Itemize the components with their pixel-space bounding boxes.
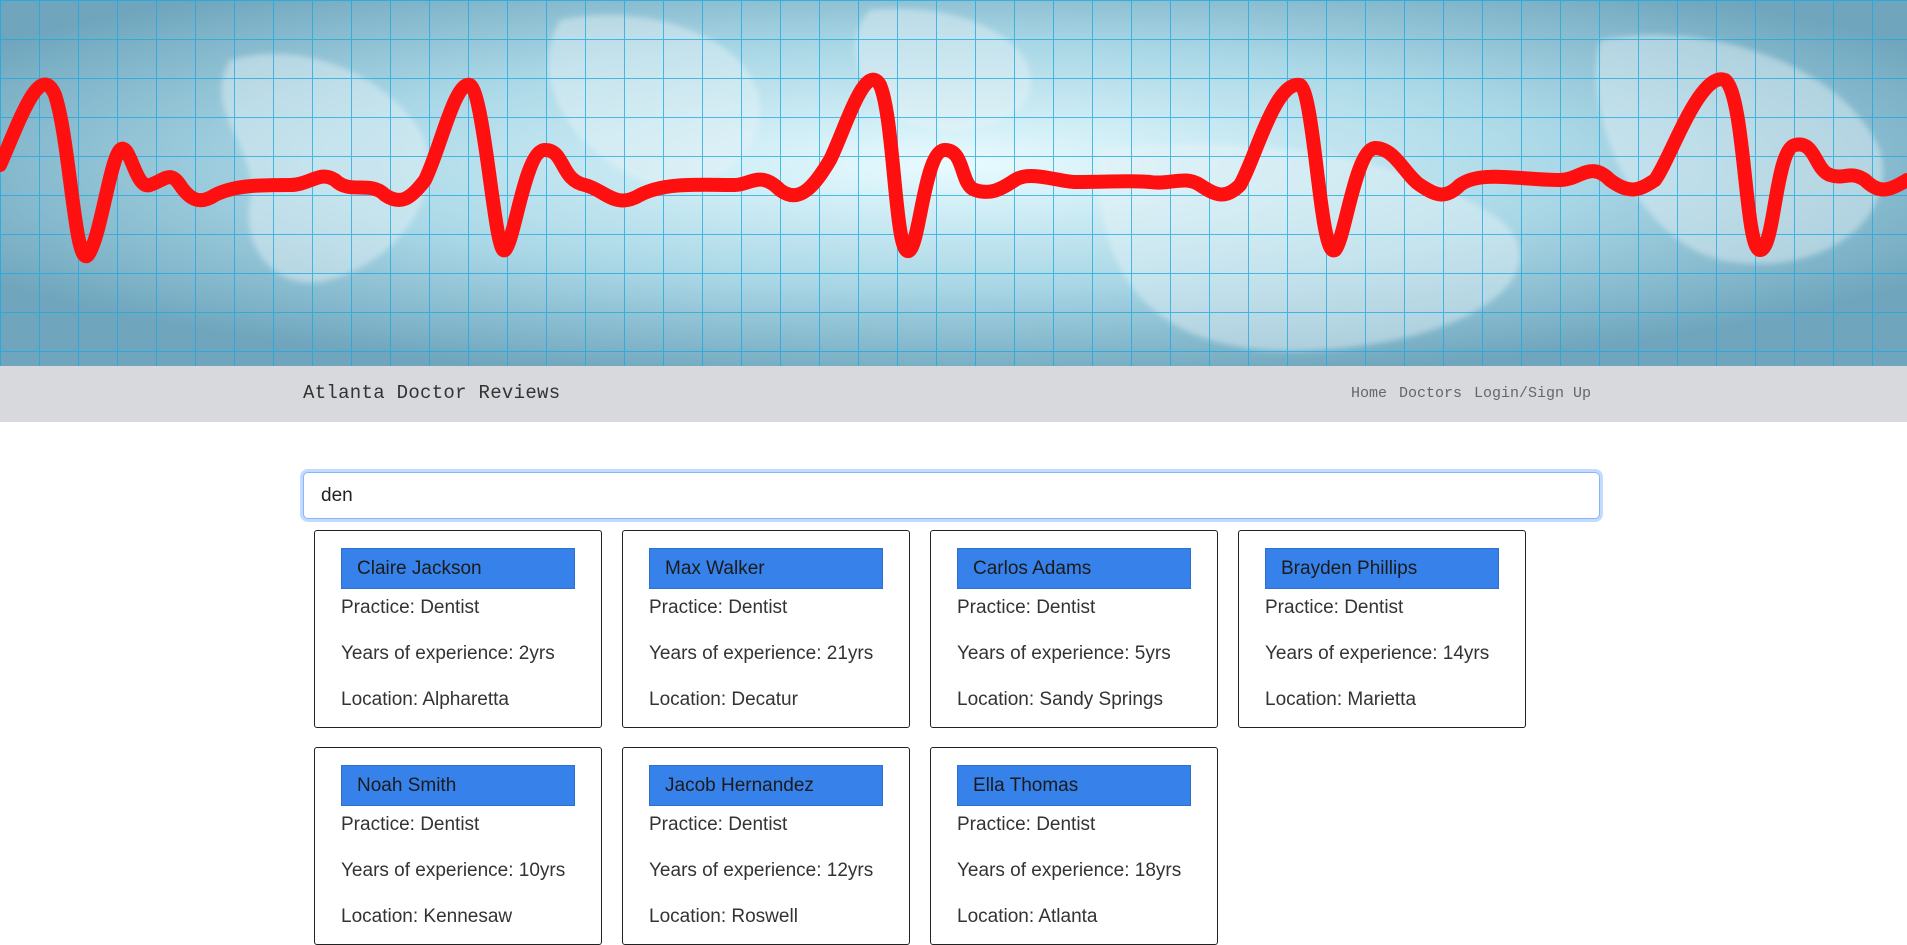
doctor-experience: Years of experience: 21yrs	[649, 643, 874, 664]
doctor-results-grid: Claire Jackson Practice: Dentist Years o…	[314, 530, 1554, 945]
doctor-location: Location: Roswell	[649, 906, 798, 927]
doctor-practice: Practice: Dentist	[957, 597, 1096, 618]
doctor-name-button[interactable]: Brayden Phillips	[1265, 548, 1499, 589]
doctor-card: Carlos Adams Practice: Dentist Years of …	[930, 530, 1218, 728]
nav-doctors-link[interactable]: Doctors	[1399, 385, 1462, 402]
doctor-card: Noah Smith Practice: Dentist Years of ex…	[314, 747, 602, 945]
doctor-practice: Practice: Dentist	[649, 597, 788, 618]
doctor-experience: Years of experience: 5yrs	[957, 643, 1171, 664]
doctor-location: Location: Sandy Springs	[957, 689, 1163, 710]
doctor-experience: Years of experience: 2yrs	[341, 643, 555, 664]
doctor-practice: Practice: Dentist	[341, 814, 480, 835]
nav-links: Home Doctors Login/Sign Up	[1351, 385, 1591, 402]
header-banner-image	[0, 0, 1907, 366]
doctor-card: Brayden Phillips Practice: Dentist Years…	[1238, 530, 1526, 728]
doctor-practice: Practice: Dentist	[649, 814, 788, 835]
doctor-name-button[interactable]: Ella Thomas	[957, 765, 1191, 806]
doctor-card: Ella Thomas Practice: Dentist Years of e…	[930, 747, 1218, 945]
doctor-search-input[interactable]	[303, 472, 1600, 519]
doctor-name-button[interactable]: Max Walker	[649, 548, 883, 589]
doctor-name-button[interactable]: Noah Smith	[341, 765, 575, 806]
heartbeat-illustration	[0, 0, 1907, 366]
brand-link[interactable]: Atlanta Doctor Reviews	[303, 382, 560, 404]
doctor-name-button[interactable]: Claire Jackson	[341, 548, 575, 589]
doctor-experience: Years of experience: 10yrs	[341, 860, 566, 881]
doctor-experience: Years of experience: 18yrs	[957, 860, 1182, 881]
doctor-practice: Practice: Dentist	[957, 814, 1096, 835]
doctor-name-button[interactable]: Jacob Hernandez	[649, 765, 883, 806]
doctor-card: Max Walker Practice: Dentist Years of ex…	[622, 530, 910, 728]
doctor-card: Jacob Hernandez Practice: Dentist Years …	[622, 747, 910, 945]
nav-login-signup-link[interactable]: Login/Sign Up	[1474, 385, 1591, 402]
nav-home-link[interactable]: Home	[1351, 385, 1387, 402]
doctor-location: Location: Atlanta	[957, 906, 1098, 927]
doctor-location: Location: Marietta	[1265, 689, 1417, 710]
doctor-card: Claire Jackson Practice: Dentist Years o…	[314, 530, 602, 728]
doctor-name-button[interactable]: Carlos Adams	[957, 548, 1191, 589]
doctor-location: Location: Decatur	[649, 689, 798, 710]
doctor-experience: Years of experience: 12yrs	[649, 860, 874, 881]
doctor-experience: Years of experience: 14yrs	[1265, 643, 1490, 664]
doctor-practice: Practice: Dentist	[1265, 597, 1404, 618]
search-container	[303, 472, 1600, 519]
doctor-location: Location: Alpharetta	[341, 689, 509, 710]
top-navbar: Atlanta Doctor Reviews Home Doctors Logi…	[0, 366, 1907, 422]
doctor-location: Location: Kennesaw	[341, 906, 513, 927]
doctor-practice: Practice: Dentist	[341, 597, 480, 618]
